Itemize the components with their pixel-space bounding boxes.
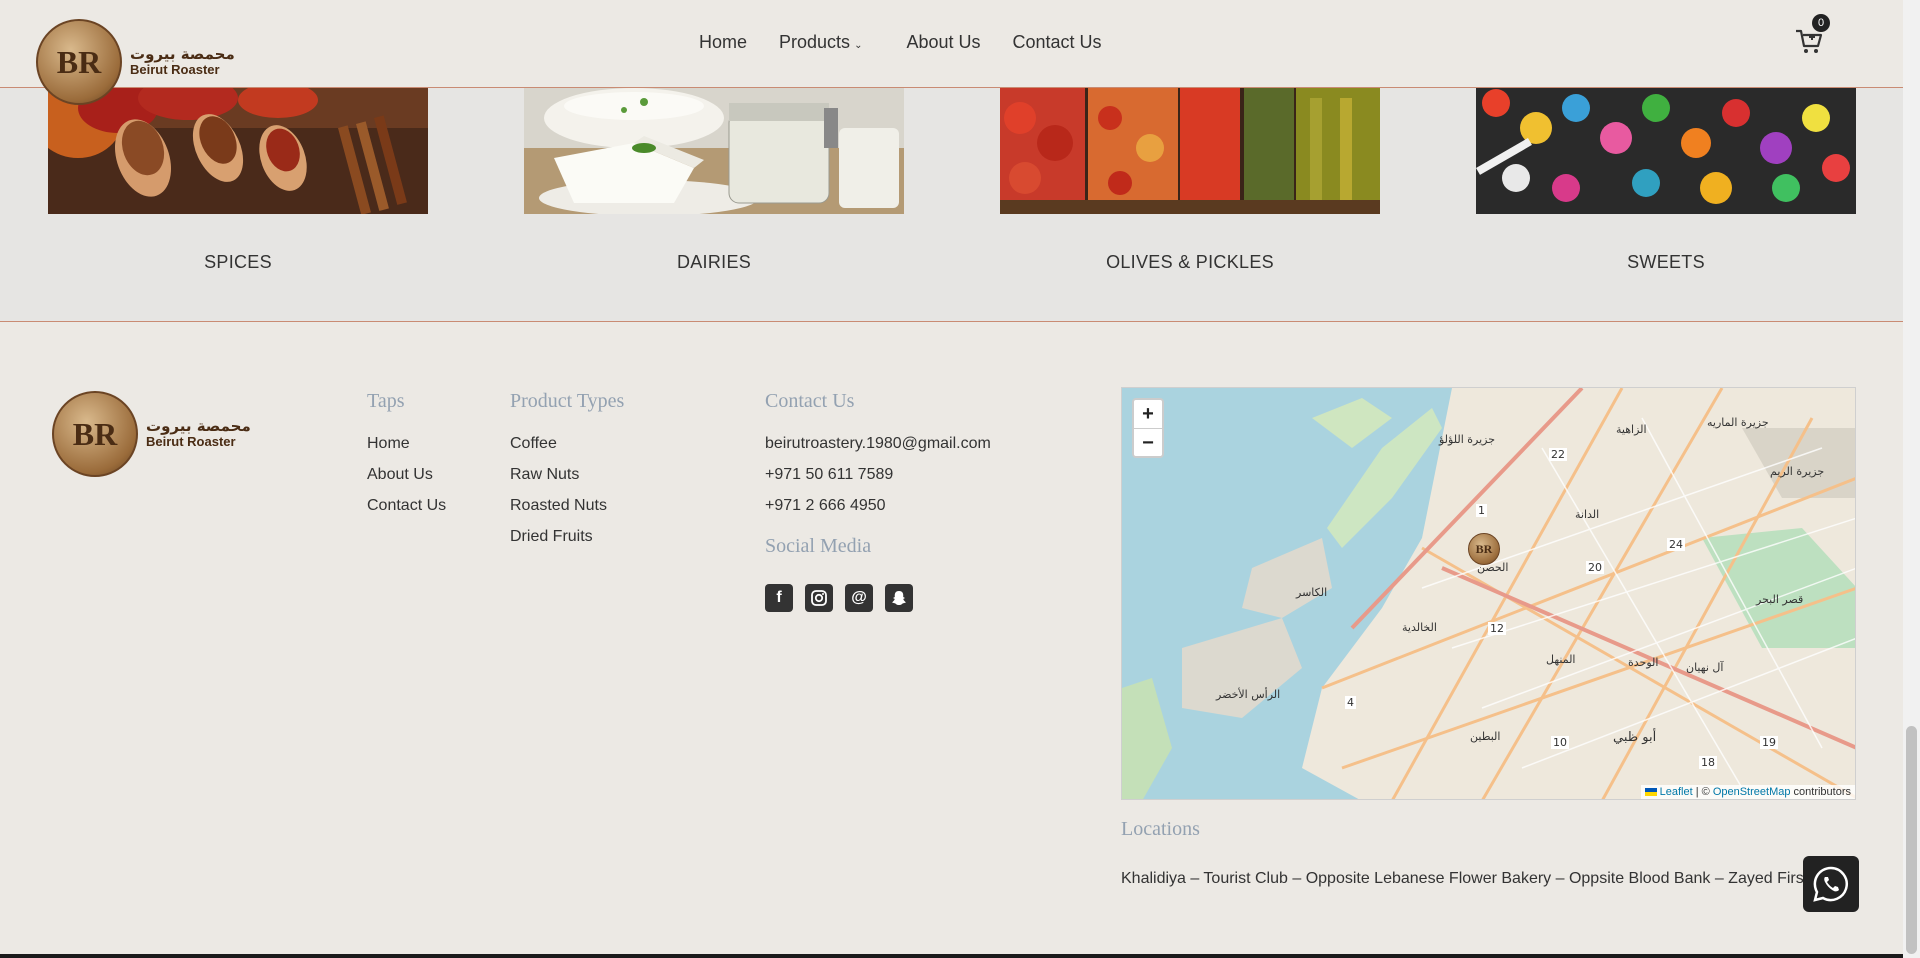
logo-arabic-name: محمصة بيروت	[130, 44, 235, 63]
product-types-title: Product Types	[510, 390, 625, 412]
footer-taps-column: Taps Home About Us Contact Us	[367, 390, 446, 515]
map-label: أبو ظبي	[1613, 730, 1657, 745]
leaflet-link-text: Leaflet	[1659, 786, 1693, 798]
footer-product-types-column: Product Types Coffee Raw Nuts Roasted Nu…	[510, 390, 624, 546]
ukraine-flag-icon	[1644, 788, 1657, 797]
contact-phone-landline[interactable]: +971 2 666 4950	[765, 497, 991, 515]
main-nav: Home Products ⌄ About Us Contact Us	[699, 32, 1134, 53]
category-label-olives-pickles[interactable]: OLIVES & PICKLES	[1000, 252, 1380, 273]
whatsapp-button[interactable]	[1803, 856, 1859, 912]
logo-english-name: Beirut Roaster	[130, 62, 220, 78]
footer-logo-monogram: BR	[72, 415, 118, 452]
map-label: قصر البحر	[1756, 593, 1804, 606]
footer-logo-emblem: BR	[52, 391, 138, 477]
category-card-sweets[interactable]: SWEETS	[1476, 88, 1856, 273]
footer-link-contact[interactable]: Contact Us	[367, 497, 446, 515]
dairies-image[interactable]	[524, 88, 904, 214]
nav-contact[interactable]: Contact Us	[1013, 32, 1102, 53]
attribution-separator: | ©	[1692, 786, 1713, 798]
footer-link-raw-nuts[interactable]: Raw Nuts	[510, 466, 624, 484]
page-scrollbar[interactable]	[1903, 0, 1920, 958]
chevron-down-icon: ⌄	[854, 40, 863, 51]
footer-logo-english-name: Beirut Roaster	[146, 434, 236, 450]
social-icons: f @	[765, 584, 991, 612]
osm-link[interactable]: OpenStreetMap	[1713, 786, 1791, 798]
contact-email[interactable]: beirutroastery.1980@gmail.com	[765, 435, 991, 453]
category-label-dairies[interactable]: DAIRIES	[524, 252, 904, 273]
map-label: الرأس الأخضر	[1216, 688, 1281, 701]
threads-icon[interactable]: @	[845, 584, 873, 612]
nav-about[interactable]: About Us	[906, 32, 980, 53]
nav-products[interactable]: Products ⌄	[779, 32, 862, 53]
locations-address: Khalidiya – Tourist Club – Opposite Leba…	[1121, 870, 1809, 887]
footer-logo-arabic-name: محمصة بيروت	[146, 416, 251, 435]
footer-contact-column: Contact Us beirutroastery.1980@gmail.com…	[765, 390, 991, 612]
map-label: جزيرة الريم	[1770, 465, 1825, 478]
road-number: 18	[1699, 756, 1717, 769]
leaflet-link[interactable]: Leaflet	[1644, 786, 1693, 798]
social-media-title: Social Media	[765, 535, 872, 557]
taps-title: Taps	[367, 390, 405, 412]
footer-link-dried-fruits[interactable]: Dried Fruits	[510, 528, 624, 546]
contact-title: Contact Us	[765, 390, 855, 412]
page-bottom-edge	[0, 954, 1903, 958]
locations-title: Locations	[1121, 818, 1200, 840]
sweets-image[interactable]	[1476, 88, 1856, 214]
road-number: 24	[1667, 538, 1685, 551]
category-label-sweets[interactable]: SWEETS	[1476, 252, 1856, 273]
category-card-olives-pickles[interactable]: OLIVES & PICKLES	[1000, 88, 1380, 273]
road-number: 4	[1345, 696, 1356, 709]
spices-image[interactable]	[48, 88, 428, 214]
road-number: 12	[1488, 622, 1506, 635]
map-label: الوحدة	[1628, 656, 1659, 669]
cart-count-badge: 0	[1812, 14, 1830, 32]
logo-wordmark: محمصة بيروت Beirut Roaster	[130, 44, 235, 78]
road-number: 19	[1760, 736, 1778, 749]
scrollbar-thumb[interactable]	[1906, 726, 1917, 954]
map-label: جزيرة الماريه	[1707, 416, 1769, 429]
location-map[interactable]: + − BR جزيرة اللؤلؤ الزاهية جزيرة الماري…	[1121, 387, 1856, 800]
zoom-in-button[interactable]: +	[1134, 400, 1162, 428]
footer-logo[interactable]: BR محمصة بيروت Beirut Roaster	[52, 391, 251, 477]
road-number: 1	[1476, 504, 1487, 517]
map-store-marker[interactable]: BR	[1468, 533, 1500, 565]
map-label: جزيرة اللؤلؤ	[1439, 433, 1496, 446]
whatsapp-icon	[1813, 866, 1848, 902]
facebook-icon[interactable]: f	[765, 584, 793, 612]
logo-emblem: BR	[36, 19, 122, 105]
nav-products-label: Products	[779, 32, 851, 52]
map-label: الدانة	[1575, 508, 1600, 521]
instagram-icon[interactable]	[805, 584, 833, 612]
map-label: الكاسر	[1296, 586, 1328, 599]
map-label: آل نهيان	[1686, 661, 1724, 674]
nav-home[interactable]: Home	[699, 32, 747, 53]
category-label-spices[interactable]: SPICES	[48, 252, 428, 273]
road-number: 20	[1586, 561, 1604, 574]
logo-monogram: BR	[56, 43, 102, 80]
map-label: الزاهية	[1616, 423, 1647, 436]
map-attribution: Leaflet | © OpenStreetMap contributors	[1640, 785, 1855, 799]
map-label: البطين	[1470, 730, 1501, 743]
category-card-dairies[interactable]: DAIRIES	[524, 88, 904, 273]
map-label: الخالدية	[1402, 621, 1437, 634]
map-zoom-controls: + −	[1132, 398, 1164, 458]
footer-logo-wordmark: محمصة بيروت Beirut Roaster	[146, 416, 251, 450]
category-card-spices[interactable]: SPICES	[48, 88, 428, 273]
header-logo[interactable]: BR محمصة بيروت Beirut Roaster	[36, 19, 235, 105]
map-label: المنهل	[1546, 653, 1576, 666]
olives-pickles-image[interactable]	[1000, 88, 1380, 214]
site-header: BR محمصة بيروت Beirut Roaster Home Produ…	[0, 0, 1903, 105]
snapchat-icon[interactable]	[885, 584, 913, 612]
category-section: SPICES DAIRIES OLIVES & PICKLES SWEETS	[0, 88, 1903, 322]
contact-phone-mobile[interactable]: +971 50 611 7589	[765, 466, 991, 484]
footer-link-coffee[interactable]: Coffee	[510, 435, 624, 453]
footer-link-about[interactable]: About Us	[367, 466, 446, 484]
footer-link-home[interactable]: Home	[367, 435, 446, 453]
attribution-suffix: contributors	[1790, 786, 1851, 798]
road-number: 22	[1549, 448, 1567, 461]
zoom-out-button[interactable]: −	[1134, 428, 1162, 456]
road-number: 10	[1551, 736, 1569, 749]
footer-link-roasted-nuts[interactable]: Roasted Nuts	[510, 497, 624, 515]
